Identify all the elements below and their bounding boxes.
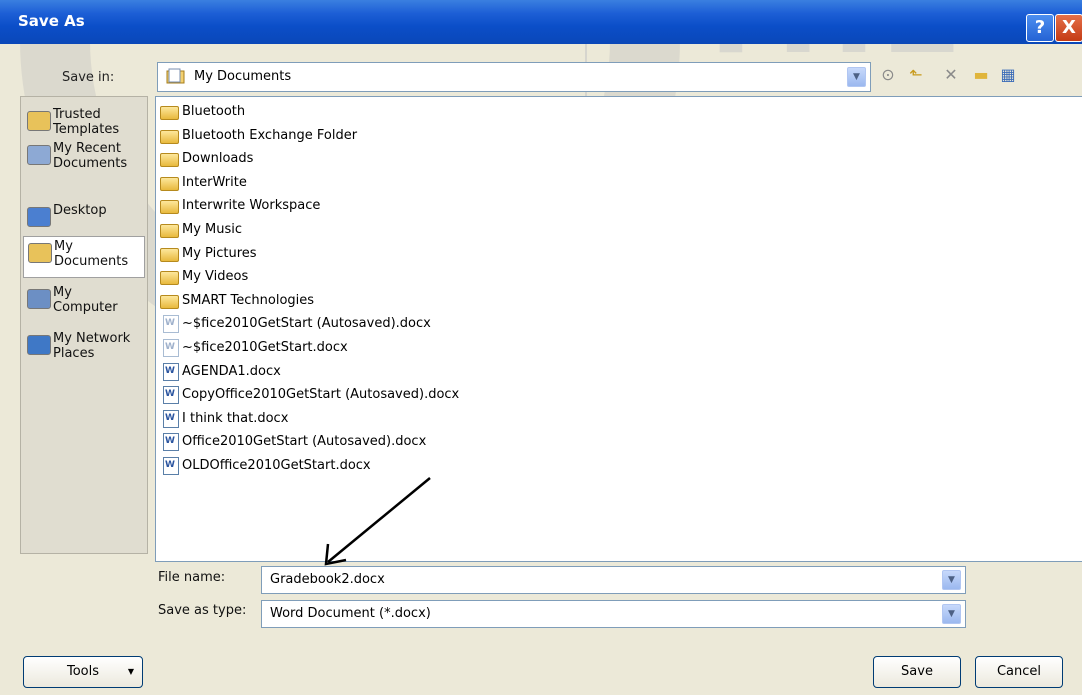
place-my-documents[interactable]: My Documents bbox=[23, 236, 145, 278]
desktop-icon bbox=[27, 207, 51, 227]
folder-icon bbox=[166, 68, 185, 84]
help-button[interactable]: ? bbox=[1026, 14, 1054, 42]
close-button[interactable]: X bbox=[1055, 14, 1082, 42]
folder-icon bbox=[160, 224, 179, 238]
folder-icon bbox=[27, 111, 51, 131]
network-icon bbox=[27, 335, 51, 355]
folder-icon bbox=[160, 200, 179, 215]
cancel-button[interactable]: Cancel bbox=[975, 656, 1063, 688]
word-document-icon bbox=[163, 339, 179, 357]
places-bar: Trusted Templates My Recent Documents Desk… bbox=[20, 96, 148, 554]
folder-icon bbox=[160, 153, 179, 168]
folder-icon bbox=[160, 294, 179, 309]
file-name: InterWrite bbox=[182, 174, 247, 190]
place-desktop[interactable]: Desktop bbox=[23, 201, 143, 233]
file-name: ~$fice2010GetStart (Autosaved).docx bbox=[182, 316, 431, 332]
up-folder-icon[interactable]: ⬑ bbox=[905, 64, 927, 86]
word-document-icon bbox=[163, 457, 179, 475]
recent-docs-icon bbox=[27, 145, 51, 165]
file-name: Interwrite Workspace bbox=[182, 198, 321, 214]
chevron-down-icon[interactable]: ▼ bbox=[942, 604, 961, 624]
place-label: My Documents bbox=[54, 239, 129, 269]
annotation-arrow-icon bbox=[324, 477, 431, 566]
file-name: My Music bbox=[182, 222, 243, 237]
place-my-network-places[interactable]: My Network Places bbox=[23, 329, 143, 361]
place-my-recent-documents[interactable]: My Recent Documents bbox=[23, 139, 143, 171]
file-name: I think that.docx bbox=[182, 410, 289, 426]
place-label: My Network Places bbox=[53, 331, 131, 361]
word-document-icon bbox=[163, 386, 179, 405]
views-icon[interactable]: ▦ bbox=[997, 64, 1019, 86]
file-name: Bluetooth Exchange Folder bbox=[182, 127, 358, 143]
file-name: Bluetooth bbox=[182, 104, 246, 119]
folder-icon bbox=[160, 271, 179, 286]
chevron-down-icon: ▼ bbox=[127, 667, 134, 676]
file-name: CopyOffice2010GetStart (Autosaved).docx bbox=[182, 387, 460, 403]
place-label: Trusted Templates bbox=[53, 107, 120, 137]
file-name-value[interactable]: Gradebook2.docx bbox=[270, 572, 385, 587]
file-name-field[interactable]: Gradebook2.docx ▼ bbox=[261, 566, 966, 594]
folder-icon bbox=[160, 106, 179, 120]
word-document-icon bbox=[163, 433, 179, 452]
window-title: Save As bbox=[18, 12, 85, 30]
save-button[interactable]: Save bbox=[873, 656, 961, 688]
place-label: My Recent Documents bbox=[53, 141, 128, 171]
file-name: SMART Technologies bbox=[182, 292, 315, 308]
place-my-computer[interactable]: My Computer bbox=[23, 283, 143, 315]
file-name: Office2010GetStart (Autosaved).docx bbox=[182, 434, 427, 450]
chevron-down-icon[interactable]: ▼ bbox=[942, 570, 961, 590]
tools-button[interactable]: Tools ▼ bbox=[23, 656, 143, 688]
word-document-icon bbox=[163, 315, 179, 334]
place-label: My Computer bbox=[53, 285, 118, 315]
file-name-label: File name: bbox=[158, 570, 226, 585]
back-icon[interactable]: ⊙ bbox=[877, 64, 899, 86]
folder-icon bbox=[160, 247, 179, 262]
file-name: Downloads bbox=[182, 151, 254, 167]
my-documents-icon bbox=[28, 243, 52, 263]
title-bar[interactable]: Save As ? X bbox=[0, 0, 1082, 44]
save-as-type-value: Word Document (*.docx) bbox=[270, 606, 431, 621]
chevron-down-icon[interactable]: ▼ bbox=[847, 67, 866, 87]
place-trusted-templates[interactable]: Trusted Templates bbox=[23, 105, 143, 137]
file-name: My Pictures bbox=[182, 245, 257, 261]
word-document-icon bbox=[163, 362, 179, 381]
folder-icon bbox=[160, 129, 179, 144]
delete-icon[interactable]: ✕ bbox=[940, 64, 962, 86]
file-name: ~$fice2010GetStart.docx bbox=[182, 340, 348, 355]
new-folder-icon[interactable]: ▬ bbox=[970, 64, 992, 86]
file-name: AGENDA1.docx bbox=[182, 363, 281, 379]
folder-icon bbox=[160, 176, 179, 191]
file-list[interactable]: Bluetooth Bluetooth Exchange Folder Downlo… bbox=[155, 96, 1082, 562]
tools-label: Tools bbox=[66, 664, 100, 679]
save-in-dropdown[interactable]: My Documents ▼ bbox=[157, 62, 871, 92]
save-in-label: Save in: bbox=[62, 70, 115, 85]
place-label: Desktop bbox=[53, 203, 107, 218]
save-as-type-dropdown[interactable]: Word Document (*.docx) ▼ bbox=[261, 600, 966, 628]
word-document-icon bbox=[163, 409, 179, 428]
save-as-type-label: Save as type: bbox=[158, 603, 247, 618]
file-name: OLDOffice2010GetStart.docx bbox=[182, 458, 371, 473]
file-name: My Videos bbox=[182, 269, 249, 285]
save-in-value: My Documents bbox=[194, 69, 292, 84]
computer-icon bbox=[27, 289, 51, 309]
